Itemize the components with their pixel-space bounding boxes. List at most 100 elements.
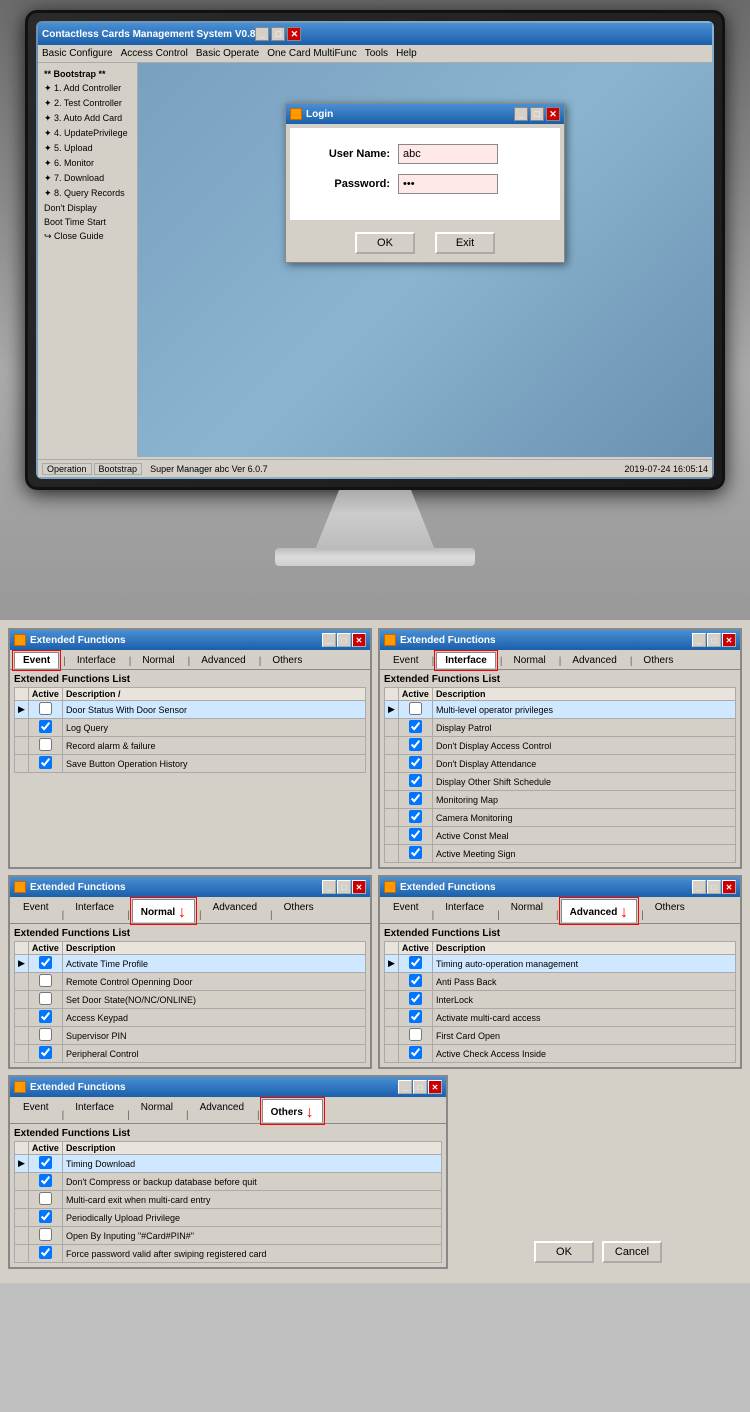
sidebar-close-guide[interactable]: ↪ Close Guide — [40, 229, 135, 244]
ext-p3-maximize[interactable]: □ — [337, 880, 351, 894]
row-check[interactable] — [28, 1191, 62, 1209]
login-close-btn[interactable]: ✕ — [546, 107, 560, 121]
minimize-btn[interactable]: _ — [255, 27, 269, 41]
tab-p3-event[interactable]: Event — [14, 899, 58, 923]
ext-p2-close[interactable]: ✕ — [722, 633, 736, 647]
tab-p5-others[interactable]: Others ↓ — [262, 1099, 323, 1123]
ext-p2-maximize[interactable]: □ — [707, 633, 721, 647]
sidebar-bootstrap[interactable]: ** Bootstrap ** — [40, 67, 135, 81]
row-check[interactable] — [398, 845, 432, 863]
row-check[interactable] — [398, 991, 432, 1009]
tab-p2-normal[interactable]: Normal — [504, 652, 554, 669]
tab-p5-normal[interactable]: Normal — [132, 1099, 182, 1123]
tab-p4-interface[interactable]: Interface — [436, 899, 493, 923]
tab-p3-interface[interactable]: Interface — [66, 899, 123, 923]
menu-access-ctrl[interactable]: Access Control — [121, 48, 188, 59]
menu-help[interactable]: Help — [396, 48, 417, 59]
row-check[interactable] — [398, 773, 432, 791]
row-check[interactable] — [398, 755, 432, 773]
ext-p4-maximize[interactable]: □ — [707, 880, 721, 894]
ext-p2-minimize[interactable]: _ — [692, 633, 706, 647]
row-check[interactable] — [398, 737, 432, 755]
sidebar-query[interactable]: ✦ 8. Query Records — [40, 186, 135, 201]
ext-p5-minimize[interactable]: _ — [398, 1080, 412, 1094]
tab-p1-normal[interactable]: Normal — [133, 652, 183, 669]
menu-basic-config[interactable]: Basic Configure — [42, 48, 113, 59]
tab-p2-event[interactable]: Event — [384, 652, 428, 669]
row-check[interactable] — [28, 737, 62, 755]
tab-p3-normal[interactable]: Normal ↓ — [132, 899, 195, 923]
row-check[interactable] — [28, 1209, 62, 1227]
row-check[interactable] — [28, 1155, 62, 1173]
ext-p1-close[interactable]: ✕ — [352, 633, 366, 647]
row-check[interactable] — [28, 1245, 62, 1263]
row-check[interactable] — [398, 1027, 432, 1045]
row-check[interactable] — [28, 719, 62, 737]
sidebar-test-ctrl[interactable]: ✦ 2. Test Controller — [40, 96, 135, 111]
tab-p4-normal[interactable]: Normal — [502, 899, 552, 923]
sidebar-download[interactable]: ✦ 7. Download — [40, 171, 135, 186]
row-check[interactable] — [28, 973, 62, 991]
ext-p5-close[interactable]: ✕ — [428, 1080, 442, 1094]
row-check[interactable] — [28, 1009, 62, 1027]
ext-p4-minimize[interactable]: _ — [692, 880, 706, 894]
tab-p1-others[interactable]: Others — [263, 652, 311, 669]
menu-basic-op[interactable]: Basic Operate — [196, 48, 259, 59]
ext-p5-maximize[interactable]: □ — [413, 1080, 427, 1094]
password-input[interactable] — [398, 174, 498, 194]
tab-p2-advanced[interactable]: Advanced — [563, 652, 625, 669]
row-check[interactable] — [28, 1227, 62, 1245]
sidebar-upload[interactable]: ✦ 5. Upload — [40, 141, 135, 156]
operation-tab[interactable]: Operation — [42, 463, 92, 475]
sidebar-update-priv[interactable]: ✦ 4. UpdatePrivilege — [40, 126, 135, 141]
ext-p3-close[interactable]: ✕ — [352, 880, 366, 894]
sidebar-boot-time[interactable]: Boot Time Start — [40, 215, 135, 229]
row-check[interactable] — [398, 1009, 432, 1027]
ext-p1-maximize[interactable]: □ — [337, 633, 351, 647]
row-check[interactable] — [28, 1173, 62, 1191]
row-check[interactable] — [28, 755, 62, 773]
login-ok-btn[interactable]: OK — [355, 232, 415, 254]
login-minimize-btn[interactable]: _ — [514, 107, 528, 121]
ext-p1-minimize[interactable]: _ — [322, 633, 336, 647]
tab-p2-others[interactable]: Others — [634, 652, 682, 669]
tab-p4-others[interactable]: Others — [646, 899, 694, 923]
tab-p5-event[interactable]: Event — [14, 1099, 58, 1123]
row-check[interactable] — [398, 1045, 432, 1063]
row-check[interactable] — [398, 809, 432, 827]
row-check[interactable] — [398, 701, 432, 719]
row-check[interactable] — [398, 719, 432, 737]
row-check[interactable] — [398, 955, 432, 973]
ext-p4-close[interactable]: ✕ — [722, 880, 736, 894]
tab-p2-interface[interactable]: Interface — [436, 652, 496, 669]
row-check[interactable] — [28, 1045, 62, 1063]
login-exit-btn[interactable]: Exit — [435, 232, 495, 254]
bootstrap-tab[interactable]: Bootstrap — [94, 463, 143, 475]
tab-p4-event[interactable]: Event — [384, 899, 428, 923]
row-check[interactable] — [398, 827, 432, 845]
cancel-button[interactable]: Cancel — [602, 1241, 662, 1263]
menu-tools[interactable]: Tools — [365, 48, 388, 59]
tab-p4-advanced[interactable]: Advanced ↓ — [561, 899, 638, 923]
tab-p3-advanced[interactable]: Advanced — [204, 899, 266, 923]
row-check[interactable] — [398, 791, 432, 809]
tab-p1-advanced[interactable]: Advanced — [192, 652, 254, 669]
ext-p3-minimize[interactable]: _ — [322, 880, 336, 894]
tab-p1-event[interactable]: Event — [14, 652, 59, 669]
sidebar-auto-add[interactable]: ✦ 3. Auto Add Card — [40, 111, 135, 126]
row-check[interactable] — [28, 1027, 62, 1045]
tab-p1-interface[interactable]: Interface — [68, 652, 125, 669]
sidebar-monitor[interactable]: ✦ 6. Monitor — [40, 156, 135, 171]
tab-p5-advanced[interactable]: Advanced — [191, 1099, 253, 1123]
row-check[interactable] — [28, 701, 62, 719]
tab-p5-interface[interactable]: Interface — [66, 1099, 123, 1123]
row-check[interactable] — [398, 973, 432, 991]
tab-p3-others[interactable]: Others — [275, 899, 323, 923]
sidebar-add-ctrl[interactable]: ✦ 1. Add Controller — [40, 81, 135, 96]
row-check[interactable] — [28, 955, 62, 973]
sidebar-dont-display[interactable]: Don't Display — [40, 201, 135, 215]
row-check[interactable] — [28, 991, 62, 1009]
menu-one-card[interactable]: One Card MultiFunc — [267, 48, 356, 59]
username-input[interactable] — [398, 144, 498, 164]
login-restore-btn[interactable]: □ — [530, 107, 544, 121]
